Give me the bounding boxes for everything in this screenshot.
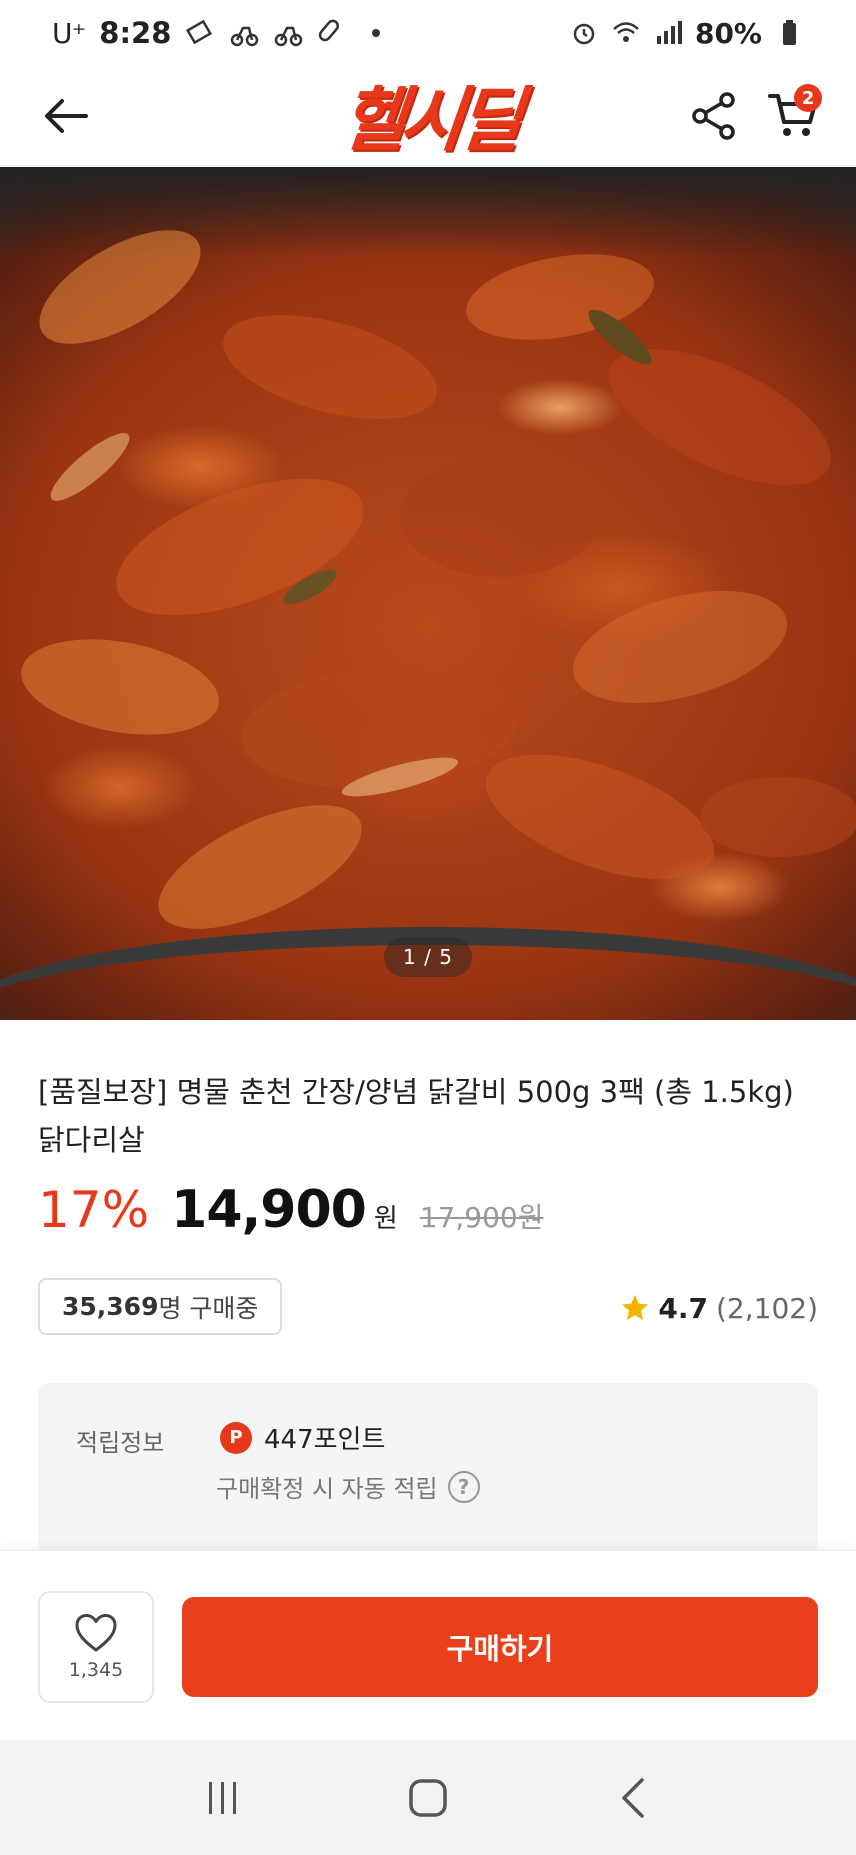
buyers-suffix: 명 구매중 [158,1293,259,1323]
points-note-row: 구매확정 시 자동 적립 ? [216,1469,480,1504]
status-right: 80% [569,17,804,50]
price-row: 17% 14,900 원 17,900원 [38,1180,543,1250]
battery-icon [783,20,796,45]
delivery-icon [231,26,259,47]
points-note: 구매확정 시 자동 적립 [216,1475,438,1503]
link-icon [319,19,340,42]
buyers-badge: 35,369 명 구매중 [38,1278,283,1335]
system-nav-bar [0,1740,856,1855]
alarm-icon [573,23,595,45]
discount-rate: 17% [38,1181,150,1239]
points-info-card: 적립정보 P 447포인트 구매확정 시 자동 적립 ? [38,1383,818,1555]
help-icon[interactable]: ? [447,1470,480,1503]
clock: 8:28 [99,16,172,50]
like-button[interactable]: 1,345 [38,1591,154,1703]
share-icon [692,92,735,140]
recent-apps-button[interactable] [193,1768,253,1828]
delivery-icon [275,26,303,47]
points-amount: 447포인트 [264,1425,386,1455]
product-image-carousel[interactable] [0,167,856,1020]
purchase-bar: 1,345 구매하기 [0,1550,856,1740]
nav-back-icon [622,1777,645,1818]
point-icon: P [220,1421,252,1454]
recent-apps-icon [208,1781,236,1814]
signal-icon [656,21,682,44]
points-label: 적립정보 [76,1429,165,1457]
wifi-icon [613,22,639,42]
sale-price: 14,900 [171,1180,367,1240]
like-count: 1,345 [68,1659,124,1681]
product-title: [품질보장] 명물 춘천 간장/양념 닭갈비 500g 3팩 (총 1.5kg)… [38,1075,794,1157]
status-left: U⁺ 8:28 [52,16,391,50]
notification-icon [186,19,213,45]
buy-button[interactable]: 구매하기 [182,1597,818,1697]
home-icon [409,1778,447,1817]
review-count: (2,102) [715,1291,818,1325]
original-price: 17,900원 [419,1201,544,1234]
status-bar: U⁺ 8:28 80% [0,0,856,66]
brand-logo[interactable]: 헬시딜 [285,70,574,161]
more-dot-icon [372,29,381,37]
app-header: 헬시딜 2 [0,66,856,166]
heart-icon [75,1614,117,1652]
points-amount-row: P 447포인트 [220,1419,385,1456]
home-button[interactable] [398,1768,458,1828]
currency-label: 원 [373,1204,398,1234]
cart-button[interactable]: 2 [762,84,826,146]
star-icon [622,1294,649,1320]
rating-score: 4.7 [658,1291,708,1325]
battery-level: 80% [694,16,762,50]
image-counter: 1 / 5 [384,937,472,977]
product-photo [21,230,856,929]
back-arrow-icon [45,99,88,133]
rating-summary[interactable]: 4.7 (2,102) [620,1283,818,1333]
nav-back-button[interactable] [603,1768,663,1828]
share-button[interactable] [686,86,742,146]
carrier-label: U⁺ [52,16,86,50]
buyers-count: 35,369 [62,1292,159,1321]
cart-count-badge: 2 [794,84,822,112]
back-button[interactable] [38,88,94,144]
